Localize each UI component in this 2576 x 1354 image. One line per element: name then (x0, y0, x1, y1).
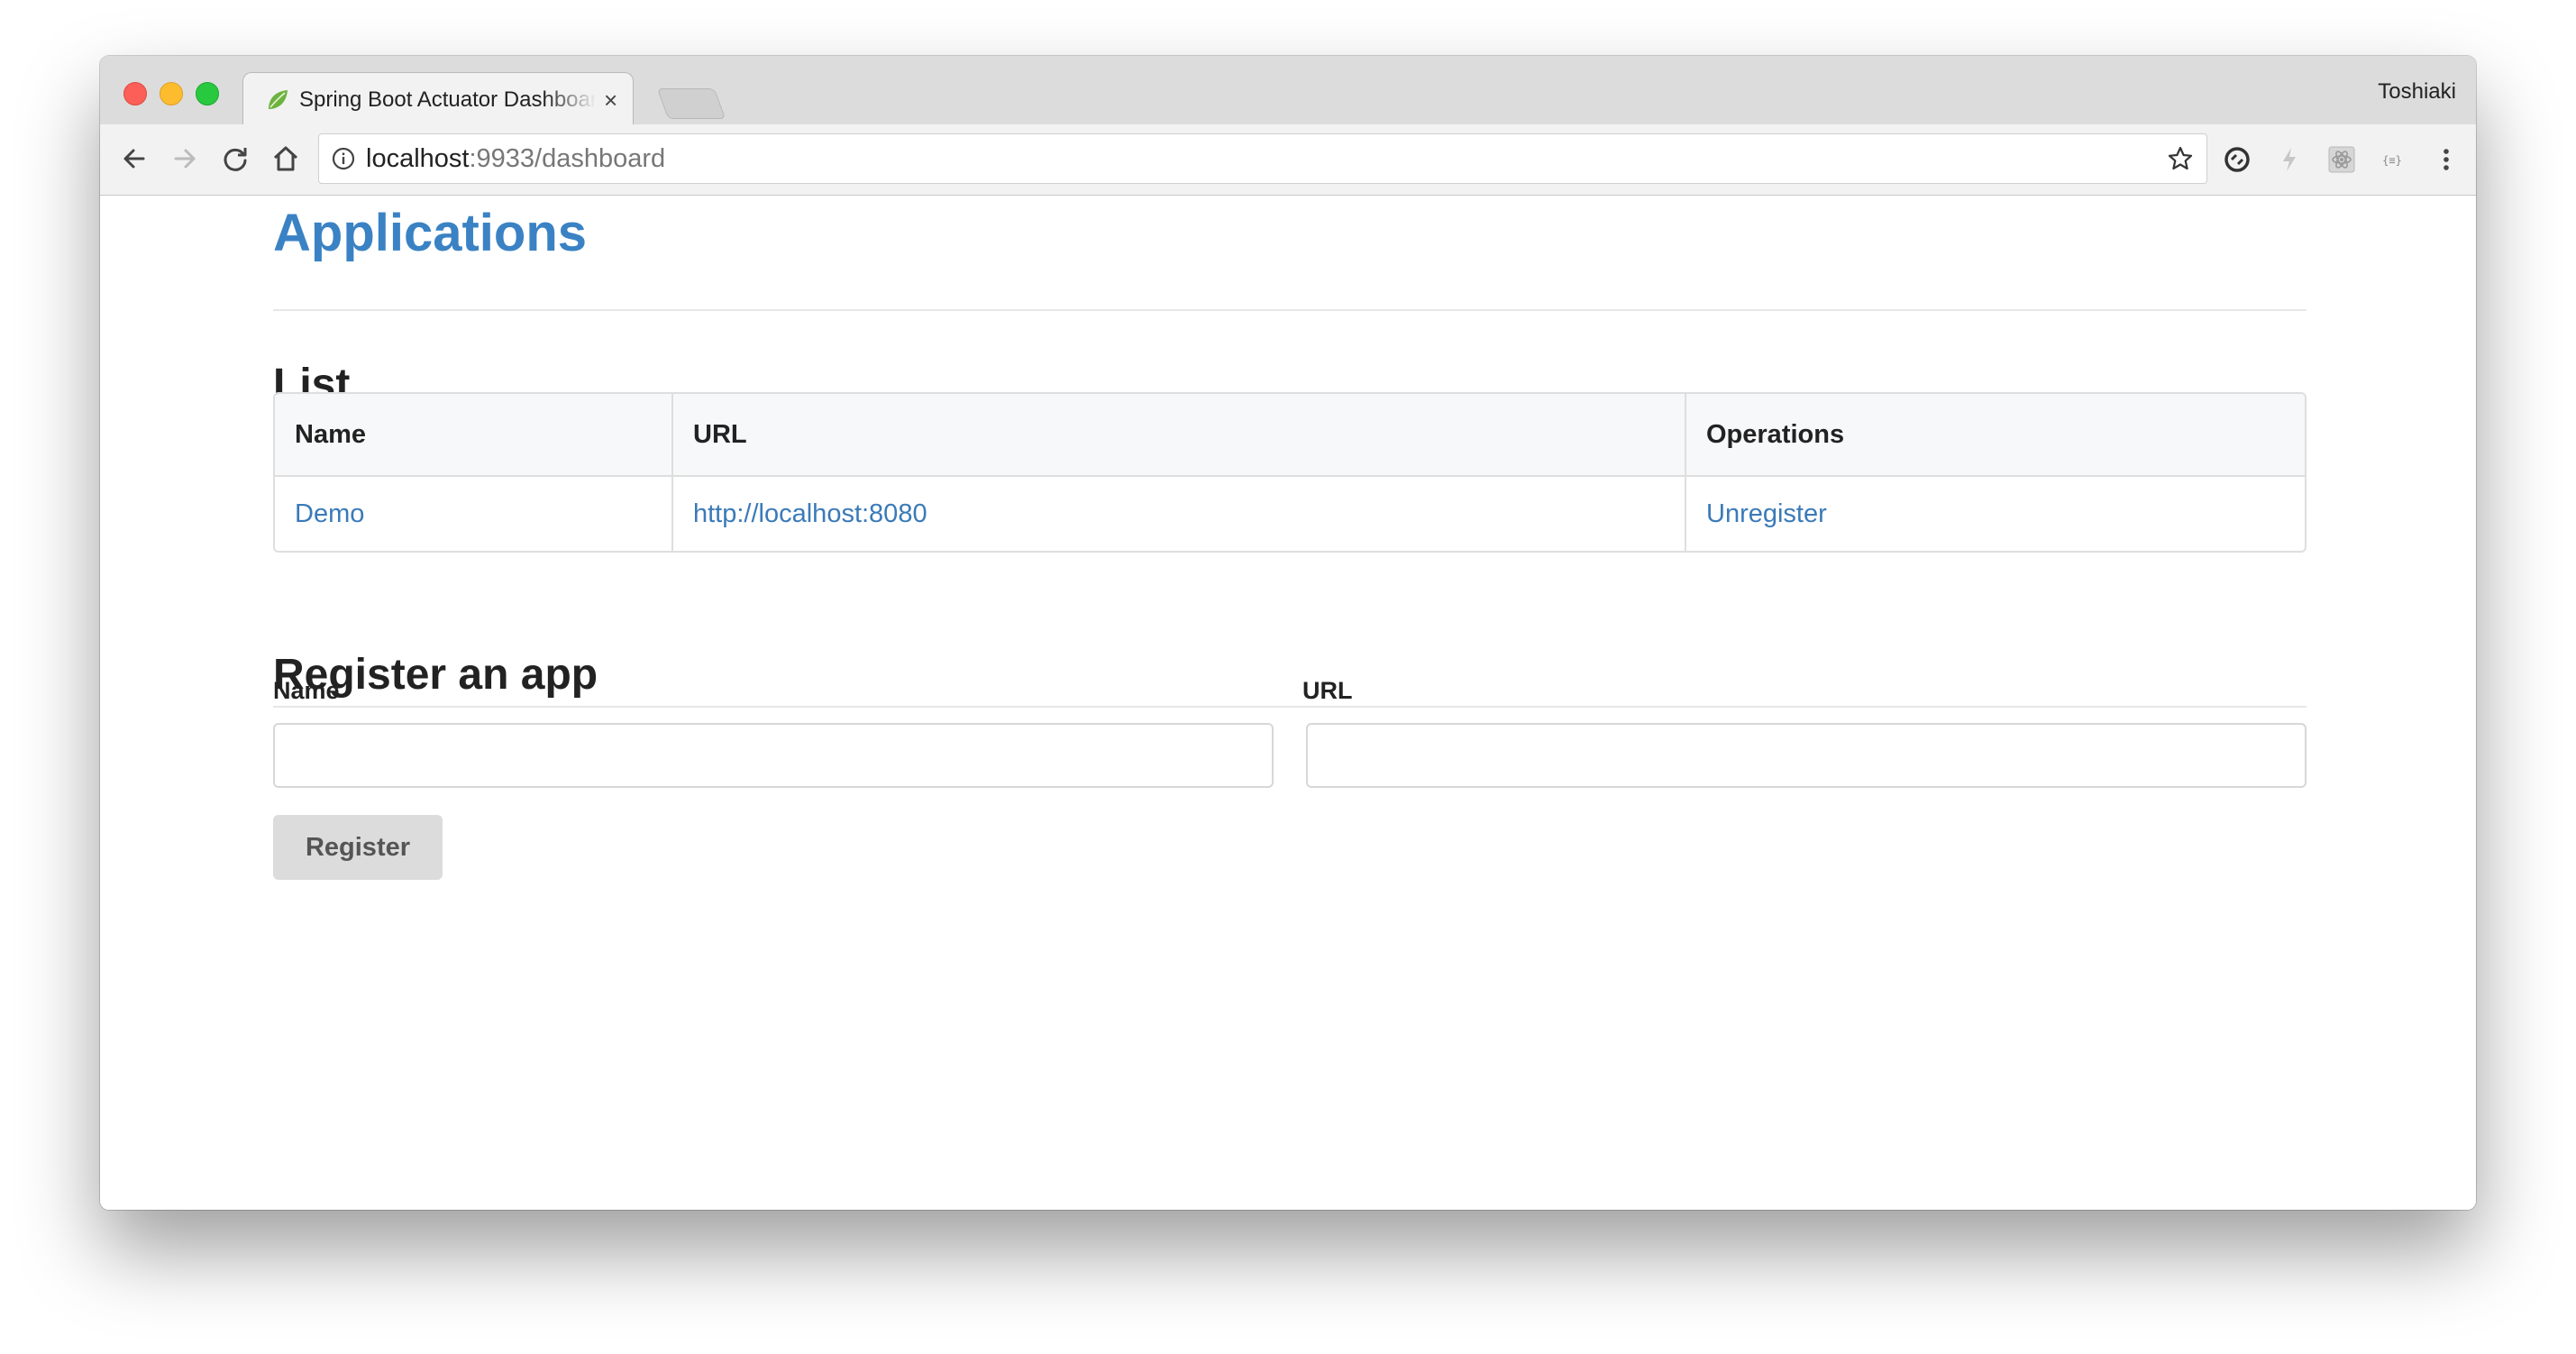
menu-kebab-icon[interactable] (2431, 144, 2462, 175)
address-bar[interactable]: localhost:9933/dashboard (318, 133, 2207, 184)
back-arrow-icon[interactable] (118, 142, 151, 175)
json-viewer-icon[interactable]: {≡} (2377, 144, 2407, 175)
home-icon[interactable] (269, 142, 302, 175)
app-name-link[interactable]: Demo (275, 477, 671, 551)
title-divider (273, 309, 2307, 311)
name-field-label: Name (273, 677, 340, 704)
forward-arrow-icon[interactable] (169, 142, 201, 175)
spring-leaf-icon (269, 90, 288, 109)
react-devtools-icon[interactable] (2326, 144, 2357, 175)
browser-window: Spring Boot Actuator Dashboard × Toshiak… (100, 56, 2476, 1210)
tab-title: Spring Boot Actuator Dashboard (299, 87, 597, 112)
column-header-operations: Operations (1685, 394, 2305, 477)
bookmark-star-icon[interactable] (2167, 145, 2194, 172)
url-text[interactable]: localhost:9933/dashboard (366, 143, 665, 174)
close-window-button[interactable] (123, 82, 147, 105)
app-name-input[interactable] (273, 723, 1274, 788)
url-host: localhost (366, 144, 470, 173)
profile-name[interactable]: Toshiaki (2378, 78, 2456, 106)
column-header-name: Name (275, 394, 671, 477)
url-field-label: URL (1302, 677, 1353, 704)
info-icon[interactable] (332, 147, 355, 170)
reload-icon[interactable] (219, 142, 251, 175)
new-tab-button[interactable] (656, 88, 726, 119)
tab-bar: Spring Boot Actuator Dashboard × Toshiak… (100, 56, 2476, 125)
svg-text:{≡}: {≡} (2382, 154, 2402, 167)
browser-tab-active[interactable]: Spring Boot Actuator Dashboard × (242, 72, 634, 125)
browser-toolbar: localhost:9933/dashboard {≡} (100, 124, 2476, 196)
table-row: Demo http://localhost:8080 Unregister (275, 477, 2305, 551)
column-header-url: URL (671, 394, 1685, 477)
maximize-window-button[interactable] (196, 82, 219, 105)
app-url-input[interactable] (1306, 723, 2307, 788)
lightning-extension-icon[interactable] (2274, 144, 2305, 175)
minimize-window-button[interactable] (160, 82, 183, 105)
tab-close-icon[interactable]: × (604, 86, 617, 114)
applications-table: Name URL Operations Demo http://localhos… (273, 392, 2307, 553)
register-button[interactable]: Register (273, 815, 443, 880)
sync-extension-icon[interactable] (2222, 144, 2252, 175)
register-divider (273, 706, 2307, 708)
url-path: :9933/dashboard (469, 144, 666, 173)
page-content: Applications List Name URL Operations De… (100, 196, 2476, 1210)
unregister-link[interactable]: Unregister (1685, 477, 2305, 551)
app-url-link[interactable]: http://localhost:8080 (671, 477, 1685, 551)
table-header-row: Name URL Operations (275, 394, 2305, 477)
page-title: Applications (273, 204, 588, 262)
